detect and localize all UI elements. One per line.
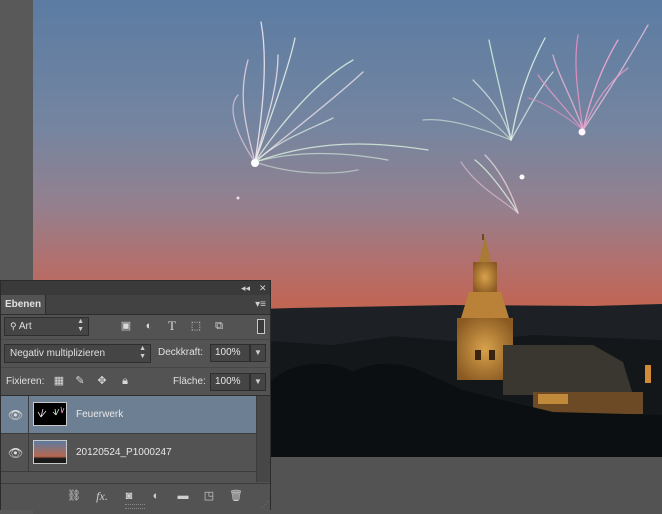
panel-menu-icon[interactable]: ▾≡ [255,296,266,313]
lock-image-icon[interactable]: ✎ [73,374,87,388]
opacity-input[interactable]: 100% [210,344,250,362]
blend-row: Negativ multiplizieren ▲ ▼ Deckkraft: 100… [1,339,270,368]
layer-thumbnail[interactable] [33,440,67,464]
layer-name[interactable]: Feuerwerk [76,396,123,434]
visibility-column-divider [28,434,29,471]
layers-scrollbar[interactable] [256,396,270,482]
type-filter-icon[interactable]: T [164,318,180,334]
search-icon: ⚲ [10,321,17,331]
filter-kind-select[interactable]: ⚲ Art ▲ ▼ [4,317,89,336]
fx-icon[interactable]: fx. [93,488,111,504]
layers-panel: ◂◂ ✕ Ebenen ▾≡ ⚲ Art ▲ ▼ ▣ ◐ T ⬚ ⧉ Negati… [0,280,271,510]
filter-kind-value: Art [18,321,32,332]
lock-transparency-icon[interactable]: ▦ [52,374,66,388]
fill-dropdown-button[interactable]: ▼ [250,373,266,391]
fill-input[interactable]: 100% [210,373,250,391]
smart-object-filter-icon[interactable]: ⧉ [211,318,227,334]
image-filter-icon[interactable]: ▣ [118,318,134,334]
adjustment-filter-icon[interactable]: ◐ [141,318,157,334]
eye-icon[interactable]: 👁︎ [8,446,23,460]
lock-all-icon[interactable]: 🔒︎ [118,374,132,388]
add-mask-icon[interactable]: ◙ [120,488,138,504]
new-layer-icon[interactable]: ◳ [200,488,218,504]
opacity-label: Deckkraft: [158,347,204,358]
layer-row-feuerwerk[interactable]: 👁︎ Feuerwerk [1,396,256,434]
lock-label: Fixieren: [6,376,45,387]
lock-row: Fixieren: ▦ ✎ ✥ 🔒︎ Fläche: 100% ▼ [1,368,270,396]
panel-resize-grip[interactable] [125,504,145,509]
layer-filter-row: ⚲ Art ▲ ▼ ▣ ◐ T ⬚ ⧉ [1,315,270,340]
resize-corner-icon[interactable]: ⋰ [261,501,269,509]
blend-mode-select[interactable]: Negativ multiplizieren ▲ ▼ [4,344,151,363]
panel-tab-row: Ebenen ▾≡ [1,295,270,315]
layer-thumbnail[interactable] [33,402,67,426]
chevron-updown-icon: ▲ ▼ [77,318,84,333]
opacity-dropdown-button[interactable]: ▼ [250,344,266,362]
close-panel-button[interactable]: ✕ [259,281,267,295]
panel-footer: ⛓︎ fx. ◙ ◐ ▬ ◳ 🗑︎ ⋰ [1,483,270,510]
layer-name[interactable]: 20120524_P1000247 [76,434,172,472]
layers-list: 👁︎ Feuerwerk 👁︎ 20120524_P1000247 [1,396,256,482]
layer-row-background-photo[interactable]: 👁︎ 20120524_P1000247 [1,434,256,472]
delete-layer-icon[interactable]: 🗑︎ [227,488,245,504]
adjustment-layer-icon[interactable]: ◐ [147,488,165,504]
chevron-updown-icon: ▲ ▼ [139,345,146,360]
shape-filter-icon[interactable]: ⬚ [188,318,204,334]
collapse-panel-button[interactable]: ◂◂ [241,281,250,295]
filter-toggle-switch[interactable] [257,319,265,334]
eye-icon[interactable]: 👁︎ [8,408,23,422]
link-layers-icon[interactable]: ⛓︎ [65,488,83,504]
fill-label: Fläche: [173,376,206,387]
new-group-icon[interactable]: ▬ [174,488,192,504]
blend-mode-value: Negativ multiplizieren [10,348,106,359]
visibility-column-divider [28,396,29,433]
panel-title-bar[interactable]: ◂◂ ✕ [1,281,270,295]
lock-position-icon[interactable]: ✥ [95,374,109,388]
tab-layers[interactable]: Ebenen [1,295,46,314]
